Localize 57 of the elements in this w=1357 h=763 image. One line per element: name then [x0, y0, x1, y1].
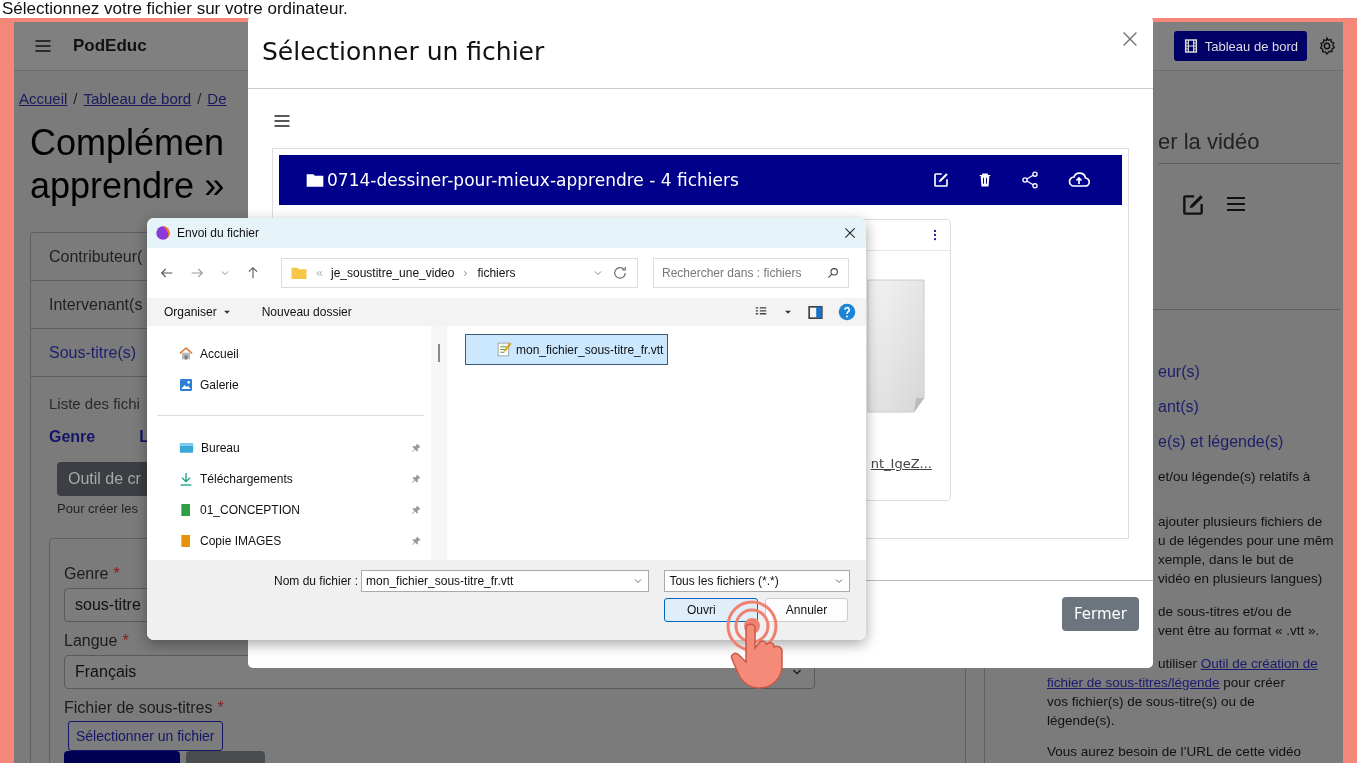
required-mark: * — [122, 632, 129, 650]
close-button[interactable]: Fermer — [1062, 597, 1139, 631]
required-mark: * — [217, 699, 224, 717]
toolbar-button[interactable]: Nouveau dossier — [261, 305, 352, 319]
required-mark: * — [113, 565, 120, 583]
file-name-link[interactable]: nt_IgeZ... — [870, 456, 932, 471]
paragraph-line: légende(s). — [1047, 712, 1116, 730]
paragraph-line: vos fichier(s) de sous-titre(s) ou de — [1047, 693, 1256, 711]
breadcrumb-link[interactable]: Tableau de bord — [83, 90, 192, 107]
paragraph-line: ajouter plusieurs fichiers de — [1158, 513, 1324, 531]
breadcrumb-separator: / — [73, 90, 78, 107]
paragraph-line: Vous aurez besoin de l’URL de cette vidéo — [1047, 744, 1302, 759]
open-button[interactable]: Ouvri — [664, 598, 758, 622]
list-label: Liste des fichi — [49, 395, 141, 412]
modal-title: Sélectionner un fichier — [262, 36, 545, 66]
hint-text: Pour créer les — [57, 501, 138, 516]
search-field[interactable]: Rechercher dans : fichiers — [653, 258, 849, 288]
navigation-item[interactable]: 01_CONCEPTION — [178, 494, 430, 525]
brand-name[interactable]: PodEduc — [73, 36, 147, 56]
breadcrumb-separator: / — [197, 90, 202, 107]
field-label: Genre — [64, 565, 109, 583]
dialog-title: Envoi du fichier — [177, 226, 261, 240]
breadcrumb-link[interactable]: De — [207, 90, 227, 107]
inline-link[interactable]: Outil de création de — [1200, 656, 1318, 671]
paragraph-line: et/ou légende(s) relatifs à — [1158, 468, 1312, 486]
filename-field[interactable]: mon_fichier_sous-titre_fr.vtt — [361, 570, 650, 592]
field-label: Fichier de sous-titres — [64, 699, 213, 717]
paragraph-line: xemple, dans le but de — [1158, 551, 1295, 569]
paragraph-line: u de légendes pour une mêm — [1158, 532, 1335, 550]
breadcrumb-link[interactable]: Accueil — [19, 90, 68, 107]
instruction-caption: Sélectionnez votre fichier sur votre ordinateur. — [1, 0, 349, 18]
file-item[interactable]: mon_fichier_sous-titre_fr.vtt — [465, 334, 669, 365]
cancel-button[interactable]: Annuler — [765, 598, 848, 622]
path-segment[interactable]: je_soustitre_une_video — [331, 266, 455, 280]
page-title: Complémen apprendre » — [30, 121, 225, 207]
navigation-item[interactable]: Galerie — [178, 369, 430, 400]
organize-menu[interactable]: Organiser — [164, 305, 232, 319]
navigation-item[interactable]: Copie IMAGES — [178, 525, 430, 556]
navigation-item[interactable]: Téléchargements — [178, 463, 430, 494]
field-label: Langue — [64, 632, 118, 650]
navigation-item[interactable]: Bureau — [178, 432, 430, 463]
sidebar-heading: er la vidéo — [1158, 129, 1340, 164]
column-header: Genre — [49, 428, 96, 446]
navigation-item[interactable]: Accueil — [178, 338, 430, 369]
folder-name: 0714-dessiner-pour-mieux-apprendre - 4 fichiers — [327, 170, 740, 190]
file-type-dropdown[interactable]: Tous les fichiers (*.*) — [664, 570, 850, 592]
paragraph-line: vent être au format « .vtt ». — [1158, 622, 1321, 640]
select-file-button[interactable]: Sélectionner un fichier — [68, 721, 223, 751]
filename-label: Nom du fichier : — [274, 574, 359, 588]
path-segment[interactable]: fichiers — [477, 266, 516, 280]
paragraph-line: de sous-titres et/ou de — [1158, 603, 1293, 621]
dashboard-button[interactable]: Tableau de bord — [1173, 31, 1307, 61]
paragraph-line: vidéo en plusieurs langues) — [1158, 570, 1324, 588]
inline-link[interactable]: fichier de sous-titres/légende — [1047, 675, 1220, 690]
address-bar[interactable]: je_soustitre_une_video fichiers — [281, 258, 638, 288]
paragraph-line: fichier de sous-titres/légende pour créer — [1047, 674, 1286, 692]
paragraph-line: utiliser Outil de création de — [1158, 655, 1319, 673]
